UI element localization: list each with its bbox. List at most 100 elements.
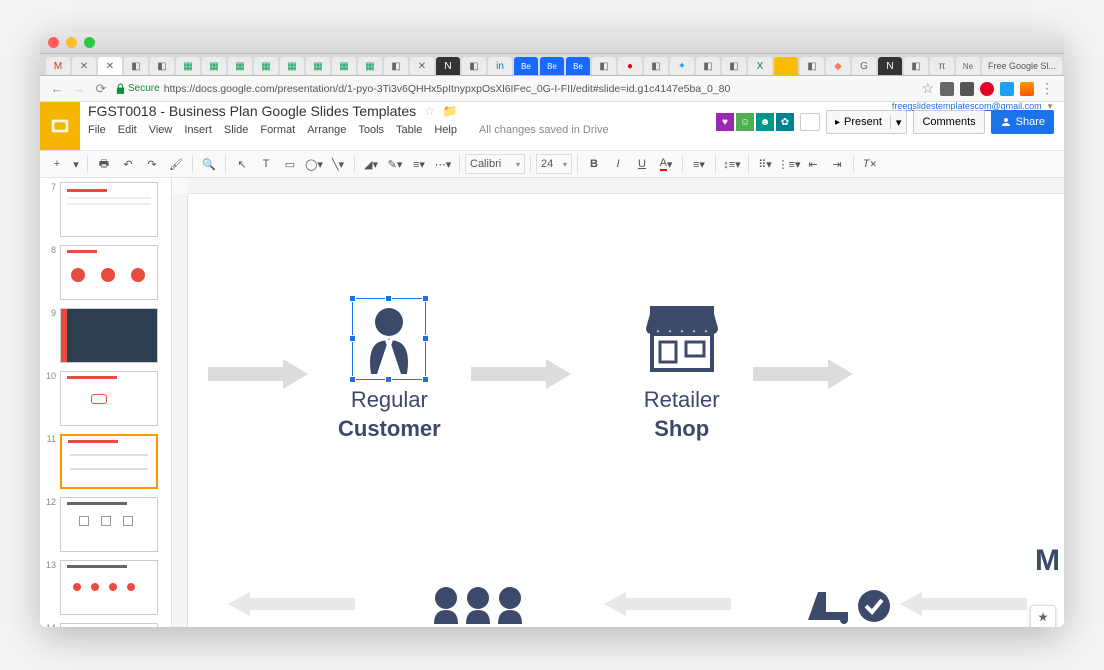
flow-label[interactable]: Retailer Shop bbox=[644, 386, 720, 443]
clear-formatting-button[interactable]: T✕ bbox=[859, 153, 881, 175]
print-button[interactable]: 🖶 bbox=[93, 153, 115, 175]
resize-handle[interactable] bbox=[349, 295, 356, 302]
browser-tab[interactable]: ◧ bbox=[124, 57, 148, 75]
flow-item-customer[interactable]: Regular Customer bbox=[338, 304, 441, 443]
paint-format-button[interactable]: 🖌 bbox=[165, 153, 187, 175]
image-tool[interactable]: ▭ bbox=[279, 153, 301, 175]
menu-view[interactable]: View bbox=[149, 124, 173, 136]
bold-button[interactable]: B bbox=[583, 153, 605, 175]
browser-tab[interactable]: ◧ bbox=[592, 57, 616, 75]
back-button[interactable]: ← bbox=[48, 80, 66, 98]
menu-slide[interactable]: Slide bbox=[224, 124, 248, 136]
extension-icon[interactable] bbox=[1020, 82, 1034, 96]
browser-tab[interactable]: ▦ bbox=[202, 57, 226, 75]
extension-icon[interactable] bbox=[1000, 82, 1014, 96]
line-spacing-button[interactable]: ↕≡▾ bbox=[721, 153, 743, 175]
resize-handle[interactable] bbox=[385, 376, 392, 383]
flow-item-retailer[interactable]: Retailer Shop bbox=[641, 304, 723, 443]
font-family-select[interactable]: Calibri▾ bbox=[465, 154, 525, 174]
select-tool[interactable]: ↖ bbox=[231, 153, 253, 175]
resize-handle[interactable] bbox=[349, 376, 356, 383]
menu-file[interactable]: File bbox=[88, 124, 106, 136]
fill-color-button[interactable]: ◢▾ bbox=[360, 153, 382, 175]
url-field[interactable]: https://docs.google.com/presentation/d/1… bbox=[164, 83, 918, 95]
forward-button[interactable]: → bbox=[70, 80, 88, 98]
browser-tab[interactable]: G bbox=[852, 57, 876, 75]
browser-tab[interactable]: ▦ bbox=[358, 57, 382, 75]
collaborator-avatar[interactable]: ♥ bbox=[716, 113, 734, 131]
present-button[interactable]: ▸Present ▾ bbox=[826, 110, 907, 134]
border-color-button[interactable]: ✎▾ bbox=[384, 153, 406, 175]
menu-help[interactable]: Help bbox=[434, 124, 457, 136]
browser-tab[interactable]: ◆ bbox=[826, 57, 850, 75]
browser-tab[interactable]: ▦ bbox=[254, 57, 278, 75]
browser-tab[interactable]: Be bbox=[514, 57, 538, 75]
line-tool[interactable]: ╲▾ bbox=[327, 153, 349, 175]
browser-tab[interactable]: π bbox=[930, 57, 954, 75]
slide-thumbnail-active[interactable]: 11 bbox=[42, 434, 169, 489]
numbered-list-button[interactable]: ⠿▾ bbox=[754, 153, 776, 175]
resize-handle[interactable] bbox=[422, 335, 429, 342]
chat-button[interactable] bbox=[800, 113, 820, 131]
browser-tab[interactable]: ▦ bbox=[228, 57, 252, 75]
star-icon[interactable]: ☆ bbox=[921, 80, 934, 97]
browser-tab[interactable]: ◧ bbox=[644, 57, 668, 75]
browser-tab[interactable]: ◧ bbox=[696, 57, 720, 75]
folder-icon[interactable]: 📁 bbox=[443, 104, 458, 118]
present-dropdown[interactable]: ▾ bbox=[890, 116, 907, 129]
browser-tab[interactable]: X bbox=[748, 57, 772, 75]
text-color-button[interactable]: A▾ bbox=[655, 153, 677, 175]
document-title[interactable]: FGST0018 - Business Plan Google Slides T… bbox=[88, 103, 416, 119]
pinterest-icon[interactable] bbox=[980, 82, 994, 96]
slide-thumbnail[interactable]: 10 bbox=[42, 371, 169, 426]
browser-tab[interactable]: ◧ bbox=[384, 57, 408, 75]
collaborator-avatar[interactable]: ☺ bbox=[736, 113, 754, 131]
explore-button[interactable] bbox=[1030, 605, 1056, 627]
border-weight-button[interactable]: ≡▾ bbox=[408, 153, 430, 175]
browser-tab[interactable]: ▦ bbox=[176, 57, 200, 75]
star-icon[interactable]: ☆ bbox=[424, 104, 435, 118]
browser-tab[interactable]: ✦ bbox=[670, 57, 694, 75]
maximize-window-button[interactable] bbox=[84, 37, 95, 48]
browser-tab[interactable]: N bbox=[436, 57, 460, 75]
slide-canvas[interactable]: Regular Customer bbox=[188, 194, 1064, 627]
border-dash-button[interactable]: ⋯▾ bbox=[432, 153, 454, 175]
zoom-button[interactable]: 🔍 bbox=[198, 153, 220, 175]
browser-tab[interactable]: ✕ bbox=[72, 57, 96, 75]
resize-handle[interactable] bbox=[385, 295, 392, 302]
decrease-indent-button[interactable]: ⇤ bbox=[802, 153, 824, 175]
resize-handle[interactable] bbox=[422, 295, 429, 302]
browser-tab[interactable]: ◧ bbox=[904, 57, 928, 75]
menu-table[interactable]: Table bbox=[396, 124, 422, 136]
browser-tab[interactable]: ◧ bbox=[722, 57, 746, 75]
menu-tools[interactable]: Tools bbox=[358, 124, 384, 136]
collaborator-avatar[interactable]: ☻ bbox=[756, 113, 774, 131]
resize-handle[interactable] bbox=[349, 335, 356, 342]
increase-indent-button[interactable]: ⇥ bbox=[826, 153, 848, 175]
underline-button[interactable]: U bbox=[631, 153, 653, 175]
browser-tab[interactable]: ✕ bbox=[410, 57, 434, 75]
redo-button[interactable]: ↷ bbox=[141, 153, 163, 175]
menu-format[interactable]: Format bbox=[260, 124, 295, 136]
browser-tab[interactable]: ▦ bbox=[306, 57, 330, 75]
browser-tab-last[interactable]: Free Google Sl... bbox=[982, 57, 1062, 75]
minimize-window-button[interactable] bbox=[66, 37, 77, 48]
close-window-button[interactable] bbox=[48, 37, 59, 48]
slide-thumbnail[interactable]: 7 bbox=[42, 182, 169, 237]
bulleted-list-button[interactable]: ⋮≡▾ bbox=[778, 153, 800, 175]
browser-tab[interactable]: M bbox=[46, 57, 70, 75]
browser-tab[interactable]: N bbox=[878, 57, 902, 75]
slide-thumbnail[interactable]: 14 bbox=[42, 623, 169, 627]
textbox-tool[interactable]: T bbox=[255, 153, 277, 175]
menu-icon[interactable]: ⋮ bbox=[1040, 80, 1054, 97]
flow-label[interactable]: Regular Customer bbox=[338, 386, 441, 443]
browser-tab[interactable]: Be bbox=[566, 57, 590, 75]
browser-tab-active[interactable]: ✕ bbox=[98, 57, 122, 75]
slide-thumbnail[interactable]: 13 bbox=[42, 560, 169, 615]
reload-button[interactable]: ⟳ bbox=[92, 80, 110, 98]
collaborator-avatar[interactable]: ✿ bbox=[776, 113, 794, 131]
browser-tab[interactable]: ◧ bbox=[462, 57, 486, 75]
italic-button[interactable]: I bbox=[607, 153, 629, 175]
extension-icon[interactable] bbox=[960, 82, 974, 96]
undo-button[interactable]: ↶ bbox=[117, 153, 139, 175]
